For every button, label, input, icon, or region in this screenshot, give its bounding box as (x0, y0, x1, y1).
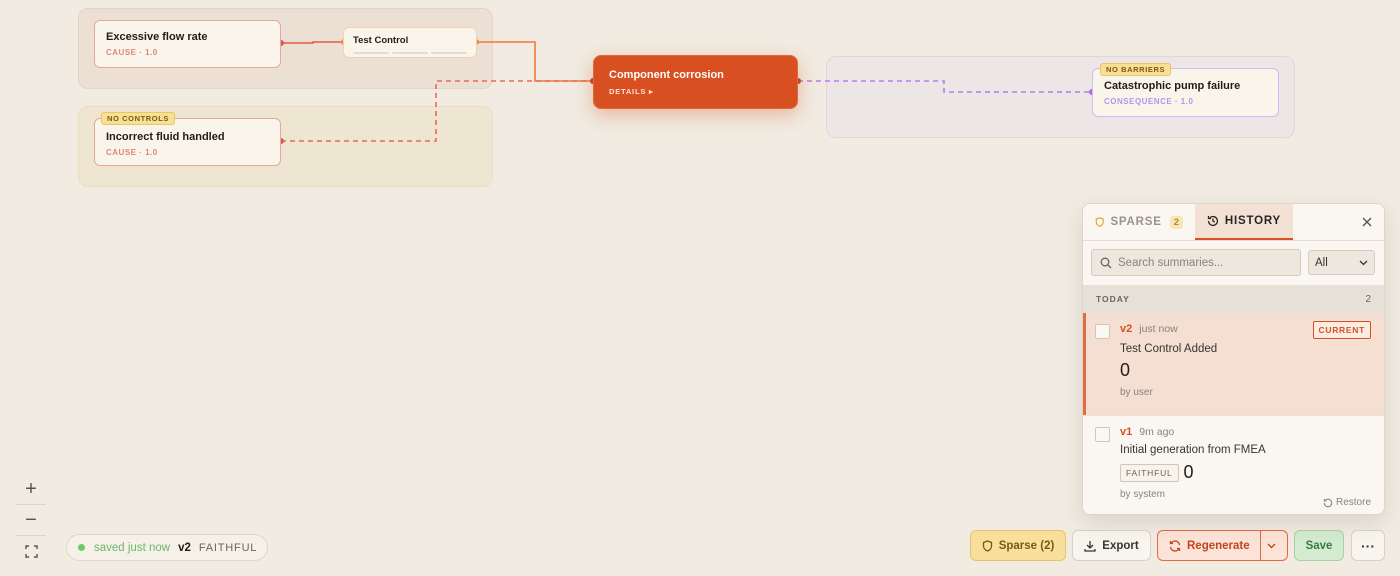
no-barriers-badge: NO BARRIERS (1100, 63, 1172, 76)
version-tag: v1 (1120, 426, 1133, 438)
entry-time: just now (1139, 323, 1178, 335)
tab-label: SPARSE (1110, 216, 1162, 228)
history-icon (1207, 215, 1219, 227)
faithful-tag: FAITHFUL (1120, 463, 1179, 482)
divider (16, 535, 46, 536)
tab-history[interactable]: HISTORY (1195, 204, 1293, 240)
entry-value: 0 (1183, 462, 1194, 482)
restore-button[interactable]: Restore (1323, 497, 1371, 508)
regenerate-button[interactable]: Regenerate (1158, 531, 1261, 560)
entry-summary: Test Control Added (1120, 343, 1218, 355)
history-entry-v2[interactable]: v2 just now CURRENT Test Control Added 0… (1083, 313, 1384, 415)
tab-sparse[interactable]: SPARSE 2 (1083, 204, 1195, 240)
zoom-in-button[interactable]: + (16, 478, 46, 500)
search-box (1091, 249, 1301, 276)
shield-icon (1095, 217, 1104, 227)
regenerate-options-button[interactable] (1261, 531, 1287, 560)
node-subtitle: CAUSE · 1.0 (106, 148, 158, 157)
entry-time: 9m ago (1139, 426, 1175, 438)
zoom-out-button[interactable]: − (16, 509, 46, 531)
node-subtitle: CONSEQUENCE · 1.0 (1104, 97, 1194, 106)
fit-screen-button[interactable] (16, 540, 46, 562)
chevron-down-icon (1359, 260, 1368, 265)
regenerate-split-button: Regenerate (1157, 530, 1288, 561)
export-button-label: Export (1102, 539, 1139, 552)
version-tag: v2 (1120, 323, 1133, 335)
node-title: Test Control (353, 35, 409, 46)
filter-select[interactable]: All (1308, 250, 1375, 275)
cause-node-incorrect-fluid[interactable]: Incorrect fluid handled CAUSE · 1.0 (94, 118, 281, 166)
node-title: Excessive flow rate (106, 31, 208, 43)
top-event-node[interactable]: Component corrosion DETAILS ▸ (593, 55, 798, 109)
download-icon (1084, 540, 1096, 552)
search-input[interactable] (1118, 256, 1288, 269)
sparse-button-label: Sparse (2) (998, 539, 1055, 552)
save-status-pill: saved just now v2 FAITHFUL (66, 534, 268, 561)
details-link[interactable]: DETAILS ▸ (609, 87, 782, 96)
entry-checkbox[interactable] (1095, 324, 1110, 339)
refresh-icon (1169, 539, 1181, 552)
divider (16, 504, 46, 505)
fit-screen-icon (24, 544, 38, 558)
save-button[interactable]: Save (1294, 530, 1344, 561)
side-panel: SPARSE 2 HISTORY All TODAY 2 v2 just now… (1082, 203, 1385, 515)
history-filters: All (1083, 241, 1384, 284)
current-badge: CURRENT (1312, 321, 1371, 339)
more-button[interactable]: ··· (1351, 530, 1385, 561)
chevron-down-icon (1267, 543, 1275, 548)
entry-header: v1 9m ago (1120, 426, 1371, 438)
shield-icon (982, 539, 992, 552)
tab-label: HISTORY (1224, 215, 1281, 227)
entry-value: 0 (1120, 360, 1131, 380)
entry-checkbox[interactable] (1095, 427, 1110, 442)
filter-value: All (1315, 256, 1328, 269)
restore-icon (1323, 498, 1333, 507)
version-label: v2 (178, 541, 191, 554)
entry-summary: Initial generation from FMEA (1120, 444, 1266, 456)
search-icon (1100, 257, 1112, 268)
control-bars (353, 52, 467, 54)
export-button[interactable]: Export (1072, 530, 1151, 561)
node-subtitle: CAUSE · 1.0 (106, 48, 158, 57)
zoom-controls: + − (16, 478, 46, 562)
close-button[interactable] (1358, 213, 1376, 231)
edge-control-event (476, 41, 593, 82)
section-label: TODAY (1096, 294, 1130, 304)
entry-tag-row: FAITHFUL 0 (1120, 462, 1371, 483)
entry-author: by user (1120, 387, 1153, 398)
section-header-today: TODAY 2 (1083, 285, 1384, 313)
status-dot (78, 544, 85, 551)
sparse-button[interactable]: Sparse (2) (970, 530, 1066, 561)
node-title: Component corrosion (609, 69, 724, 81)
control-node-test[interactable]: Test Control (343, 27, 477, 58)
regenerate-button-label: Regenerate (1187, 539, 1250, 552)
section-count: 2 (1365, 293, 1371, 305)
close-icon (1362, 217, 1372, 227)
panel-tabs: SPARSE 2 HISTORY (1083, 204, 1384, 241)
node-title: Incorrect fluid handled (106, 131, 225, 143)
mode-label: FAITHFUL (198, 541, 258, 554)
history-entry-v1[interactable]: v1 9m ago Initial generation from FMEA F… (1083, 415, 1384, 514)
saved-text: saved just now (94, 541, 171, 554)
cause-node-excessive-flow[interactable]: Excessive flow rate CAUSE · 1.0 (94, 20, 281, 68)
tab-count-badge: 2 (1169, 215, 1183, 229)
no-controls-badge: NO CONTROLS (101, 112, 176, 125)
node-title: Catastrophic pump failure (1104, 80, 1241, 92)
restore-label: Restore (1335, 497, 1371, 508)
